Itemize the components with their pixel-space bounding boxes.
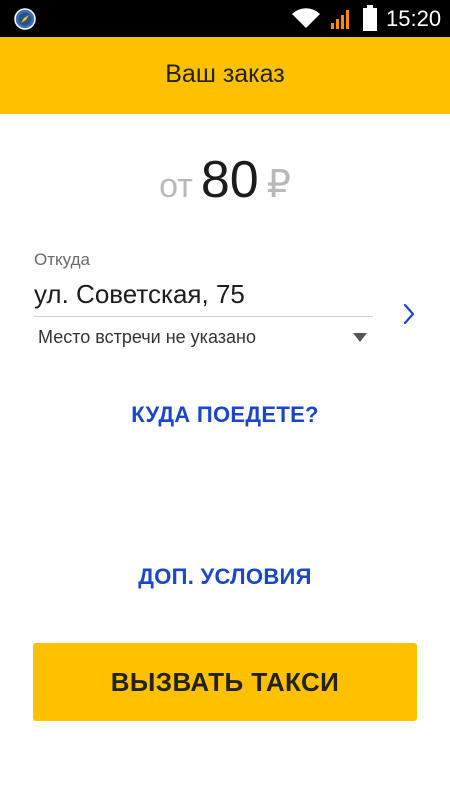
wifi-icon — [292, 8, 320, 28]
price-currency: ₽ — [266, 164, 291, 206]
from-address-field[interactable]: ул. Советская, 75 — [34, 279, 245, 310]
price-estimate: от 80 ₽ — [0, 150, 450, 210]
price-value: 80 — [200, 151, 259, 209]
order-screen: 15:20 Ваш заказ от 80 ₽ Откуда ул. Советск… — [0, 0, 450, 800]
page-title: Ваш заказ — [165, 60, 285, 88]
chevron-right-icon[interactable] — [398, 300, 420, 328]
from-address-divider — [34, 316, 373, 317]
battery-icon — [363, 5, 377, 31]
meeting-point-select[interactable]: Место встречи не указано — [34, 323, 373, 353]
extra-conditions-link[interactable]: ДОП. УСЛОВИЯ — [0, 564, 450, 590]
call-taxi-button[interactable]: ВЫЗВАТЬ ТАКСИ — [33, 643, 417, 721]
status-bar: 15:20 — [0, 0, 450, 37]
compass-app-icon — [14, 8, 36, 30]
meeting-point-label: Место встречи не указано — [38, 327, 256, 347]
where-to-link[interactable]: КУДА ПОЕДЕТЕ? — [0, 402, 450, 428]
status-time: 15:20 — [386, 6, 442, 31]
call-taxi-label: ВЫЗВАТЬ ТАКСИ — [110, 666, 340, 697]
price-prefix: от — [159, 167, 193, 205]
header-bar: Ваш заказ — [0, 37, 450, 114]
signal-icon — [331, 10, 349, 29]
from-label: Откуда — [34, 250, 90, 269]
dropdown-arrow-icon — [353, 333, 367, 342]
